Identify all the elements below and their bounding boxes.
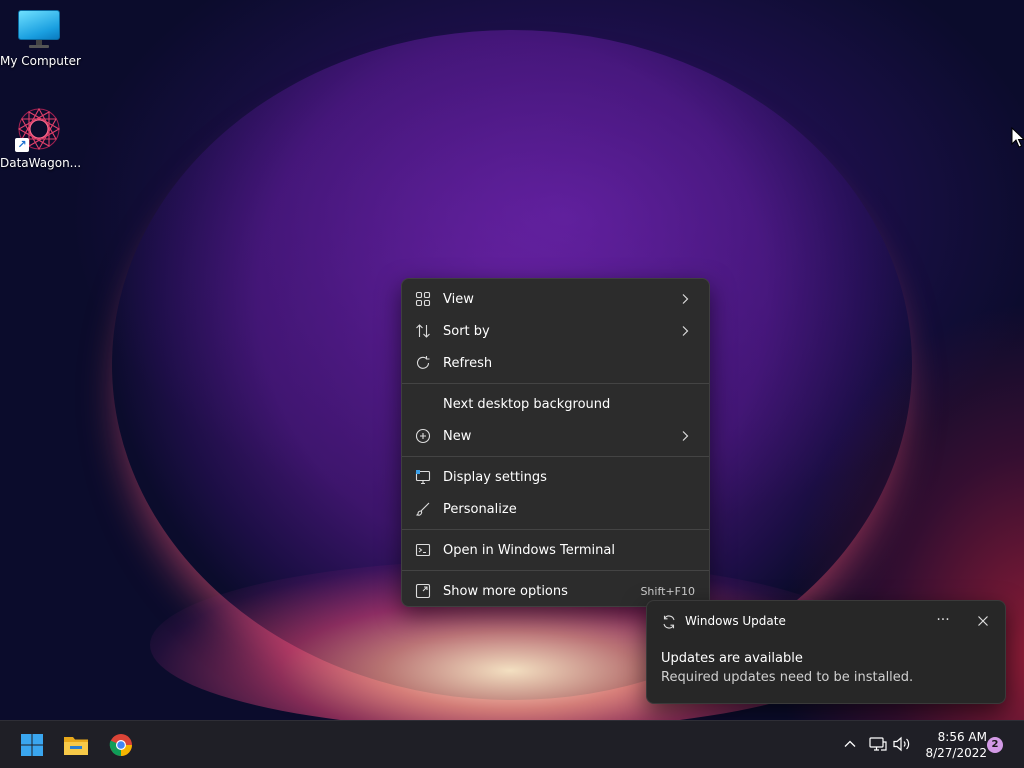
desktop-icon-datawagon[interactable]: ↗ DataWagon... [0,106,82,170]
menu-separator [402,383,709,384]
more-options-icon [415,583,431,599]
monitor-icon [18,10,60,50]
volume-icon[interactable] [891,733,913,755]
notification-count-badge[interactable]: 2 [987,737,1003,753]
chevron-right-icon [677,291,693,307]
grid-view-icon [415,291,431,307]
taskbar: 8:56 AM 8/27/2022 2 [0,720,1024,768]
windows-start-icon[interactable] [14,727,50,763]
desktop-icon-label: DataWagon... [0,156,82,170]
desktop-icon-label: My Computer [0,54,81,68]
menu-item-sort-by[interactable]: Sort by [402,315,709,347]
menu-separator [402,529,709,530]
mouse-cursor-icon [1011,126,1024,149]
more-options-button[interactable]: ··· [933,611,953,631]
menu-separator [402,456,709,457]
menu-separator [402,570,709,571]
plus-circle-icon [415,428,431,444]
refresh-icon [415,355,431,371]
brush-icon [415,501,431,517]
menu-item-view[interactable]: View [402,283,709,315]
menu-item-open-terminal[interactable]: Open in Windows Terminal [402,534,709,566]
chevron-right-icon [677,428,693,444]
menu-item-label: Personalize [443,501,517,517]
menu-item-label: Refresh [443,355,493,371]
folder-icon[interactable] [58,727,94,763]
menu-item-label: Next desktop background [443,396,611,412]
desktop-icon-my-computer[interactable]: My Computer [0,10,81,68]
chrome-icon[interactable] [103,727,139,763]
datawagon-logo-icon: ↗ [15,106,63,152]
menu-item-label: Show more options [443,583,568,599]
close-icon[interactable] [973,611,993,631]
windows-update-notification[interactable]: Windows Update ··· Updates are available… [646,600,1006,704]
sync-icon [661,614,677,630]
menu-item-new[interactable]: New [402,420,709,452]
shortcut-hint: Shift+F10 [640,584,695,598]
menu-item-next-background[interactable]: Next desktop background [402,388,709,420]
display-settings-icon [415,469,431,485]
chevron-right-icon [677,323,693,339]
clock-time: 8:56 AM [937,730,987,744]
menu-item-label: View [443,291,474,307]
menu-item-label: Open in Windows Terminal [443,542,615,558]
desktop-context-menu: View Sort by Refresh Next desktop backgr… [401,278,710,607]
notification-title: Updates are available [661,651,803,666]
network-icon[interactable] [867,733,889,755]
system-clock[interactable]: 8:56 AM 8/27/2022 [915,729,987,761]
terminal-icon [415,542,431,558]
clock-date: 8/27/2022 [925,746,987,760]
notification-body: Required updates need to be installed. [661,670,914,685]
menu-item-personalize[interactable]: Personalize [402,493,709,525]
menu-item-display-settings[interactable]: Display settings [402,461,709,493]
menu-item-label: Display settings [443,469,547,485]
sort-icon [415,323,431,339]
menu-item-label: Sort by [443,323,490,339]
notification-app-name: Windows Update [685,614,786,628]
chevron-up-icon[interactable] [839,733,861,755]
shortcut-arrow-icon: ↗ [15,138,29,152]
menu-item-label: New [443,428,472,444]
menu-item-refresh[interactable]: Refresh [402,347,709,379]
